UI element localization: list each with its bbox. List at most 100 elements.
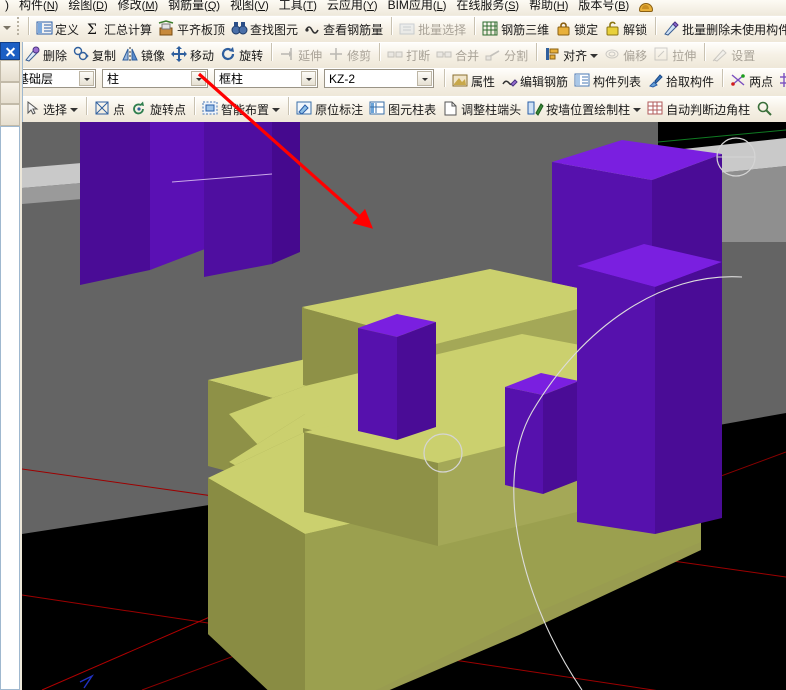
toolbar-button-label: 延伸	[298, 48, 323, 63]
column-kz-left-tall-front[interactable]	[204, 122, 300, 277]
toolbar-separator	[288, 97, 291, 115]
move-icon	[171, 46, 188, 63]
menu-item-3[interactable]: 钢筋量(Q)	[163, 0, 225, 15]
close-icon[interactable]	[0, 42, 20, 60]
menu-item-1[interactable]: 绘图(D)	[63, 0, 112, 15]
toolbar-button-auto-corner-column[interactable]: 自动判断边角柱	[645, 97, 754, 121]
subtype-selector[interactable]: 框柱	[214, 69, 318, 88]
toolbar-button-properties[interactable]: 属性	[450, 69, 499, 93]
toolbar-button-copy[interactable]: 复制	[71, 43, 120, 67]
toolbar-button-label: 汇总计算	[104, 22, 153, 37]
toolbar-button-trim: 修剪	[326, 43, 375, 67]
toolbar-button-in-situ-annotation[interactable]: 原位标注	[294, 97, 367, 121]
chevron-down-icon[interactable]	[417, 70, 432, 86]
column-kz-2-selected[interactable]	[358, 314, 436, 440]
chevron-down-icon[interactable]	[191, 70, 206, 86]
toolbar-button-draw-column-by-wall[interactable]: 按墙位置绘制柱	[525, 97, 645, 121]
toolbar-button-label: 对齐	[563, 48, 588, 63]
toolbar-button-zoom-query[interactable]	[754, 97, 779, 121]
left-white-panel[interactable]	[0, 126, 20, 690]
chevron-down-icon[interactable]	[69, 105, 79, 114]
toolbar-button-pick-member[interactable]: 拾取构件	[645, 69, 718, 93]
toolbar-gripper[interactable]	[15, 17, 22, 36]
chevron-down-icon[interactable]	[589, 51, 599, 60]
toolbar-button-member-list[interactable]: 构件列表	[572, 69, 645, 93]
toolbar-button-edit-rebar[interactable]: 编辑钢筋	[499, 69, 572, 93]
auto-corner-column-icon	[647, 100, 664, 117]
menu-item-8[interactable]: 在线服务(S)	[451, 0, 524, 15]
toolbar-button-label: 按墙位置绘制柱	[546, 102, 631, 117]
member-selector[interactable]: KZ-2	[324, 69, 434, 88]
toolbar-button-align[interactable]: 对齐	[542, 43, 602, 67]
toolbar-button-two-point[interactable]: 两点	[728, 69, 777, 93]
dock-cell-2[interactable]	[0, 82, 20, 104]
column-kz-right-tall-front[interactable]	[577, 244, 722, 534]
column-kz-small-on-step[interactable]	[505, 373, 579, 494]
menu-item-6[interactable]: 云应用(Y)	[322, 0, 383, 15]
toolbar-button-parallel[interactable]: 平行	[777, 69, 786, 93]
chevron-down-icon[interactable]	[301, 70, 316, 86]
batch-select-icon	[399, 20, 416, 37]
toolbar-button-label: 分割	[504, 48, 529, 63]
rotate-icon	[220, 46, 237, 63]
dock-cell-1[interactable]	[0, 60, 20, 82]
menu-item-10[interactable]: 版本号(B)	[573, 0, 634, 15]
toolbar-button-rotate[interactable]: 旋转	[218, 43, 267, 67]
toolbar-button-label: 移动	[190, 48, 215, 63]
toolbar-button-point[interactable]: 点	[92, 97, 129, 121]
toolbar-button-adjust-column-end[interactable]: 调整柱端头	[440, 97, 525, 121]
adjust-column-end-icon	[442, 100, 459, 117]
floor-selector[interactable]: 基础层	[12, 69, 96, 88]
toolbar-button-label: 属性	[471, 74, 496, 89]
toolbar-button-define[interactable]: 定义	[34, 17, 83, 41]
pick-member-icon	[647, 72, 664, 89]
chevron-down-icon[interactable]	[271, 105, 281, 114]
helmet-icon[interactable]	[638, 0, 654, 13]
toolbar-button-label: 查找图元	[250, 22, 299, 37]
toolbar-button-align-slab[interactable]: 平齐板顶	[156, 17, 229, 41]
dock-cell-3[interactable]	[0, 104, 20, 126]
toolbar-button-view-rebar[interactable]: 查看钢筋量	[302, 17, 387, 41]
toolbar-button-label: 拉伸	[672, 48, 697, 63]
menu-item-2[interactable]: 修改(M)	[113, 0, 164, 15]
toolbar-button-settings: 设置	[710, 43, 759, 67]
toolbar-handle[interactable]	[0, 17, 12, 39]
toolbar-button-label: 拾取构件	[666, 74, 715, 89]
toolbar-button-mirror[interactable]: 镜像	[120, 43, 169, 67]
toolbar-button-rebar-3d[interactable]: 钢筋三维	[480, 17, 553, 41]
lock-icon	[555, 20, 572, 37]
mirror-icon	[122, 46, 139, 63]
menu-item-9[interactable]: 帮助(H)	[524, 0, 573, 15]
toolbar-button-delete[interactable]: 删除	[22, 43, 71, 67]
toolbar-separator	[704, 43, 707, 61]
menu-item-0[interactable]: 构件(N)	[14, 0, 63, 15]
toolbar-button-label: 原位标注	[315, 102, 364, 117]
toolbar-button-unlock[interactable]: 解锁	[602, 17, 651, 41]
chevron-down-icon[interactable]	[632, 105, 642, 114]
toolbar-button-smart-layout[interactable]: 智能布置	[200, 97, 284, 121]
category-selector[interactable]: 柱	[102, 69, 208, 88]
toolbar-row-component: 基础层柱框柱KZ-2属性编辑钢筋构件列表拾取构件两点平行点角	[0, 68, 786, 98]
toolbar-button-lock[interactable]: 锁定	[553, 17, 602, 41]
toolbar-button-label: 锁定	[574, 22, 599, 37]
edit-rebar-icon	[501, 72, 518, 89]
toolbar-row-common: 定义 Σ 汇总计算 平齐板顶 查找图元 查看钢筋量 批量选择 钢筋三维 锁定 解锁 批量删除未使用构…	[0, 16, 786, 44]
toolbar-button-rotate-point[interactable]: 旋转点	[129, 97, 190, 121]
3d-scene	[22, 122, 786, 690]
menu-item-5[interactable]: 工具(T)	[274, 0, 322, 15]
toolbar-button-sigma[interactable]: Σ 汇总计算	[83, 17, 156, 41]
menu-item-4[interactable]: 视图(V)	[225, 0, 274, 15]
toolbar-button-column-table[interactable]: 图元柱表	[367, 97, 440, 121]
3d-model-viewport[interactable]	[22, 122, 786, 690]
parallel-icon	[779, 72, 786, 89]
binoculars-icon	[231, 20, 248, 37]
toolbar-button-batch-delete[interactable]: 批量删除未使用构件	[661, 17, 786, 41]
toolbar-button-label: 自动判断边角柱	[666, 102, 751, 117]
toolbar-button-move[interactable]: 移动	[169, 43, 218, 67]
toolbar-button-binoculars[interactable]: 查找图元	[229, 17, 302, 41]
menu-item-spacer: )	[5, 0, 9, 12]
toolbar-button-cursor[interactable]: 选择	[22, 97, 82, 121]
chevron-down-icon[interactable]	[79, 70, 94, 86]
toolbar-button-label: 选择	[43, 102, 68, 117]
menu-item-7[interactable]: BIM应用(L)	[383, 0, 452, 15]
